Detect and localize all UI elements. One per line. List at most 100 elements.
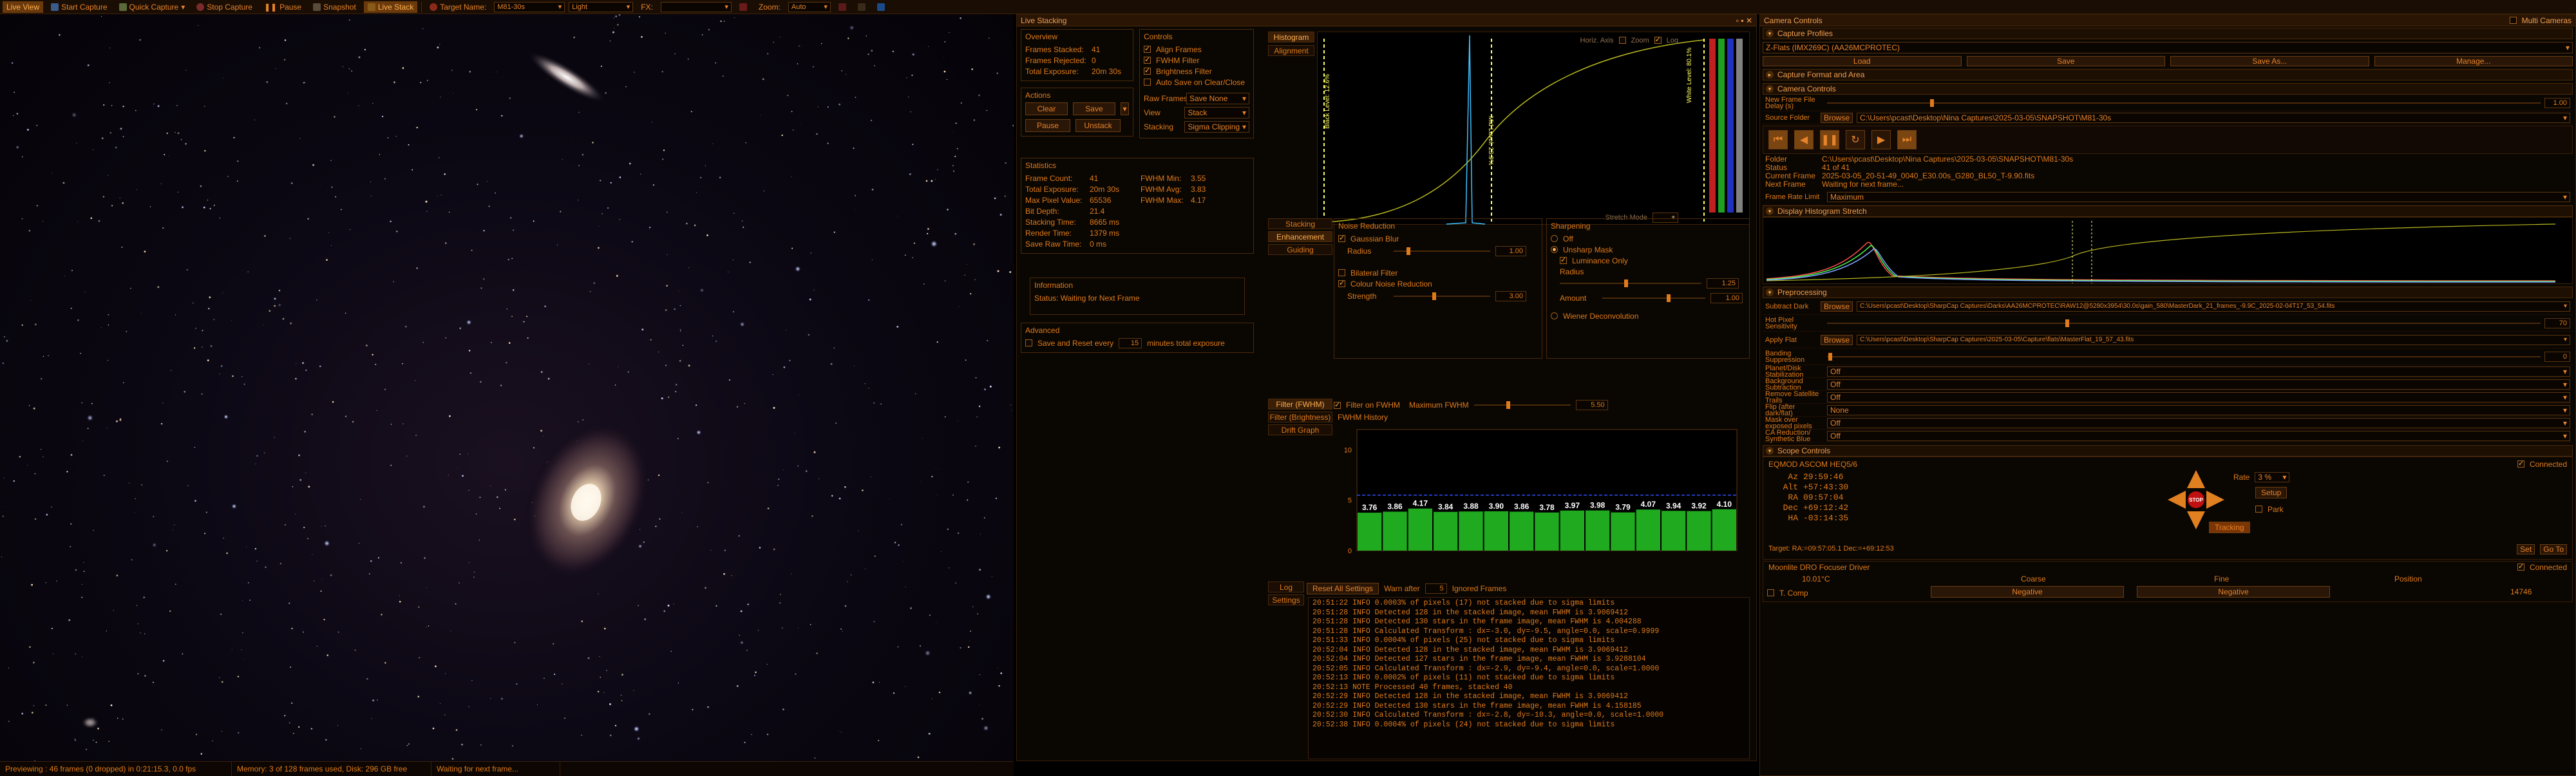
amount-slider[interactable] bbox=[1602, 293, 1705, 303]
coarse-negative-button[interactable]: Negative bbox=[1931, 586, 2124, 598]
clear-button[interactable]: Clear bbox=[1025, 102, 1068, 115]
source-folder-input[interactable]: C:\Users\pcast\Desktop\Nina Captures\202… bbox=[1857, 112, 2570, 123]
hot-pixel-slider[interactable] bbox=[1827, 318, 2541, 328]
zoom-select[interactable]: Auto ▾ bbox=[788, 1, 831, 12]
prev-frame-icon[interactable]: ◀ bbox=[1794, 130, 1814, 149]
tab-guiding[interactable]: Guiding bbox=[1268, 244, 1332, 255]
apply-flat-input[interactable]: C:\Users\pcast\Desktop\SharpCap Captures… bbox=[1857, 334, 2570, 345]
reset-settings-button[interactable]: Reset All Settings bbox=[1307, 583, 1379, 594]
target-name-select[interactable]: M81-30s ▾ bbox=[494, 1, 565, 12]
max-fwhm-value[interactable]: 5.50 bbox=[1575, 400, 1608, 410]
live-view-button[interactable]: Live View bbox=[3, 1, 44, 13]
live-image-view[interactable] bbox=[0, 14, 1014, 761]
amount-value[interactable]: 1.00 bbox=[1710, 293, 1743, 303]
replay-icon[interactable]: ↻ bbox=[1846, 130, 1865, 149]
window-controls[interactable]: ▫ ▪ ✕ bbox=[1736, 16, 1752, 25]
load-profile-button[interactable]: Load bbox=[1763, 56, 1962, 66]
pause-stack-button[interactable]: Pause bbox=[1025, 119, 1070, 132]
browse-source-button[interactable]: Browse bbox=[1821, 112, 1853, 123]
slew-east-icon[interactable] bbox=[2168, 491, 2186, 509]
tab-drift-graph[interactable]: Drift Graph bbox=[1268, 424, 1332, 435]
new-frame-delay-slider[interactable] bbox=[1827, 98, 2541, 108]
subtract-dark-input[interactable]: C:\Users\pcast\Desktop\SharpCap Captures… bbox=[1857, 301, 2570, 312]
save-options-button[interactable]: ▾ bbox=[1120, 102, 1129, 115]
park-checkbox[interactable]: Park bbox=[2255, 504, 2284, 515]
tab-filter-fwhm[interactable]: Filter (FWHM) bbox=[1268, 399, 1332, 410]
quick-capture-button[interactable]: Quick Capture ▾ bbox=[115, 1, 189, 13]
brightness-filter-checkbox[interactable]: Brightness Filter bbox=[1144, 66, 1249, 77]
tab-stacking[interactable]: Stacking bbox=[1268, 218, 1332, 229]
display-histogram-section[interactable]: ▾ Display Histogram Stretch bbox=[1763, 205, 2573, 217]
setup-button[interactable]: Setup bbox=[2255, 487, 2287, 498]
raw-frames-select[interactable]: Save None ▾ bbox=[1186, 93, 1249, 104]
log-checkbox[interactable] bbox=[1654, 35, 1662, 44]
manage-profiles-button[interactable]: Manage... bbox=[2374, 56, 2573, 66]
red-light-button[interactable] bbox=[735, 1, 751, 13]
unsharp-mask-radio[interactable]: Unsharp Mask bbox=[1551, 244, 1745, 255]
color-picker-button[interactable] bbox=[835, 1, 850, 13]
auto-save-checkbox[interactable]: Auto Save on Clear/Close bbox=[1144, 77, 1249, 88]
snapshot-button[interactable]: Snapshot bbox=[309, 1, 360, 13]
filter-on-fwhm-checkbox[interactable] bbox=[1334, 401, 1341, 409]
save-stack-button[interactable]: Save bbox=[1072, 102, 1115, 115]
camera-controls-section[interactable]: ▾ Camera Controls bbox=[1763, 83, 2573, 95]
save-reset-minutes-input[interactable]: 15 bbox=[1119, 337, 1142, 348]
start-capture-button[interactable]: Start Capture bbox=[47, 1, 111, 13]
strength-value[interactable]: 3.00 bbox=[1495, 291, 1526, 301]
fwhm-filter-checkbox[interactable]: FWHM Filter bbox=[1144, 55, 1249, 66]
pause-playback-icon[interactable]: ❚❚ bbox=[1820, 130, 1839, 149]
capture-profile-select[interactable]: Z-Flats (IMX269C) (AA26MCPROTEC) ▾ bbox=[1763, 42, 2573, 53]
stop-capture-button[interactable]: Stop Capture bbox=[193, 1, 256, 13]
gaussian-blur-checkbox[interactable]: Gaussian Blur bbox=[1338, 233, 1538, 244]
multi-cameras-checkbox[interactable] bbox=[2509, 17, 2517, 24]
strength-slider[interactable] bbox=[1394, 291, 1490, 301]
view-select[interactable]: Stack ▾ bbox=[1184, 107, 1249, 118]
fx-select[interactable]: ▾ bbox=[660, 1, 732, 12]
tracking-button[interactable]: Tracking bbox=[2209, 522, 2250, 533]
annotate-button[interactable] bbox=[873, 1, 889, 13]
blur-radius-value[interactable]: 1.00 bbox=[1495, 246, 1526, 256]
hot-pixel-value[interactable]: 70 bbox=[2544, 317, 2570, 328]
preprocess-select[interactable]: Off ▾ bbox=[1827, 392, 2570, 402]
stack-histogram[interactable]: Black Level: 12.6% Mid Level: 23.9% Whit… bbox=[1317, 32, 1750, 225]
max-fwhm-slider[interactable] bbox=[1473, 400, 1571, 410]
save-reset-checkbox[interactable] bbox=[1025, 339, 1032, 346]
bilateral-filter-checkbox[interactable]: Bilateral Filter bbox=[1338, 267, 1538, 278]
zoom-checkbox[interactable] bbox=[1618, 37, 1626, 44]
browse-flat-button[interactable]: Browse bbox=[1821, 334, 1853, 345]
rate-select[interactable]: 3 % ▾ bbox=[2255, 471, 2290, 482]
new-frame-delay-value[interactable]: 1.00 bbox=[2544, 97, 2570, 108]
scope-controls-section[interactable]: ▾ Scope Controls bbox=[1763, 445, 2573, 457]
last-frame-icon[interactable]: ⏭ bbox=[1897, 130, 1917, 149]
banding-value[interactable]: 0 bbox=[2544, 351, 2570, 362]
wiener-radio[interactable]: Wiener Deconvolution bbox=[1551, 310, 1745, 321]
preprocess-select[interactable]: Off ▾ bbox=[1827, 417, 2570, 428]
slew-south-icon[interactable] bbox=[2187, 511, 2205, 529]
unstack-button[interactable]: Unstack bbox=[1075, 119, 1121, 132]
save-profile-button[interactable]: Save bbox=[1966, 56, 2165, 66]
tab-settings[interactable]: Settings bbox=[1268, 594, 1304, 605]
browse-dark-button[interactable]: Browse bbox=[1821, 301, 1853, 312]
preprocess-select[interactable]: Off ▾ bbox=[1827, 366, 2570, 377]
focuser-connected-checkbox[interactable]: Connected bbox=[2517, 562, 2567, 573]
preprocess-select[interactable]: None ▾ bbox=[1827, 404, 2570, 415]
sharpen-off-radio[interactable]: Off bbox=[1551, 233, 1745, 244]
save-as-profile-button[interactable]: Save As... bbox=[2170, 56, 2369, 66]
luminance-only-checkbox[interactable]: Luminance Only bbox=[1551, 255, 1745, 266]
tab-enhancement[interactable]: Enhancement bbox=[1268, 231, 1332, 242]
frame-rate-select[interactable]: Maximum ▾ bbox=[1827, 191, 2570, 202]
capture-format-section[interactable]: ▸ Capture Format and Area bbox=[1763, 69, 2573, 80]
pause-button[interactable]: ❚❚ Pause bbox=[260, 1, 305, 13]
blur-radius-slider[interactable] bbox=[1394, 246, 1490, 256]
align-frames-checkbox[interactable]: Align Frames bbox=[1144, 44, 1249, 55]
banding-slider[interactable] bbox=[1827, 352, 2541, 362]
tab-log[interactable]: Log bbox=[1268, 582, 1304, 592]
stop-slew-button[interactable]: STOP bbox=[2188, 491, 2204, 508]
capture-profiles-section[interactable]: ▾ Capture Profiles bbox=[1763, 28, 2573, 39]
goto-button[interactable]: Go To bbox=[2540, 544, 2567, 554]
first-frame-icon[interactable]: ⏮ bbox=[1768, 130, 1788, 149]
frame-type-select[interactable]: Light ▾ bbox=[569, 1, 634, 12]
set-button[interactable]: Set bbox=[2517, 544, 2535, 554]
colour-noise-checkbox[interactable]: Colour Noise Reduction bbox=[1338, 278, 1538, 289]
sharpen-radius-value[interactable]: 1.25 bbox=[1707, 278, 1739, 289]
